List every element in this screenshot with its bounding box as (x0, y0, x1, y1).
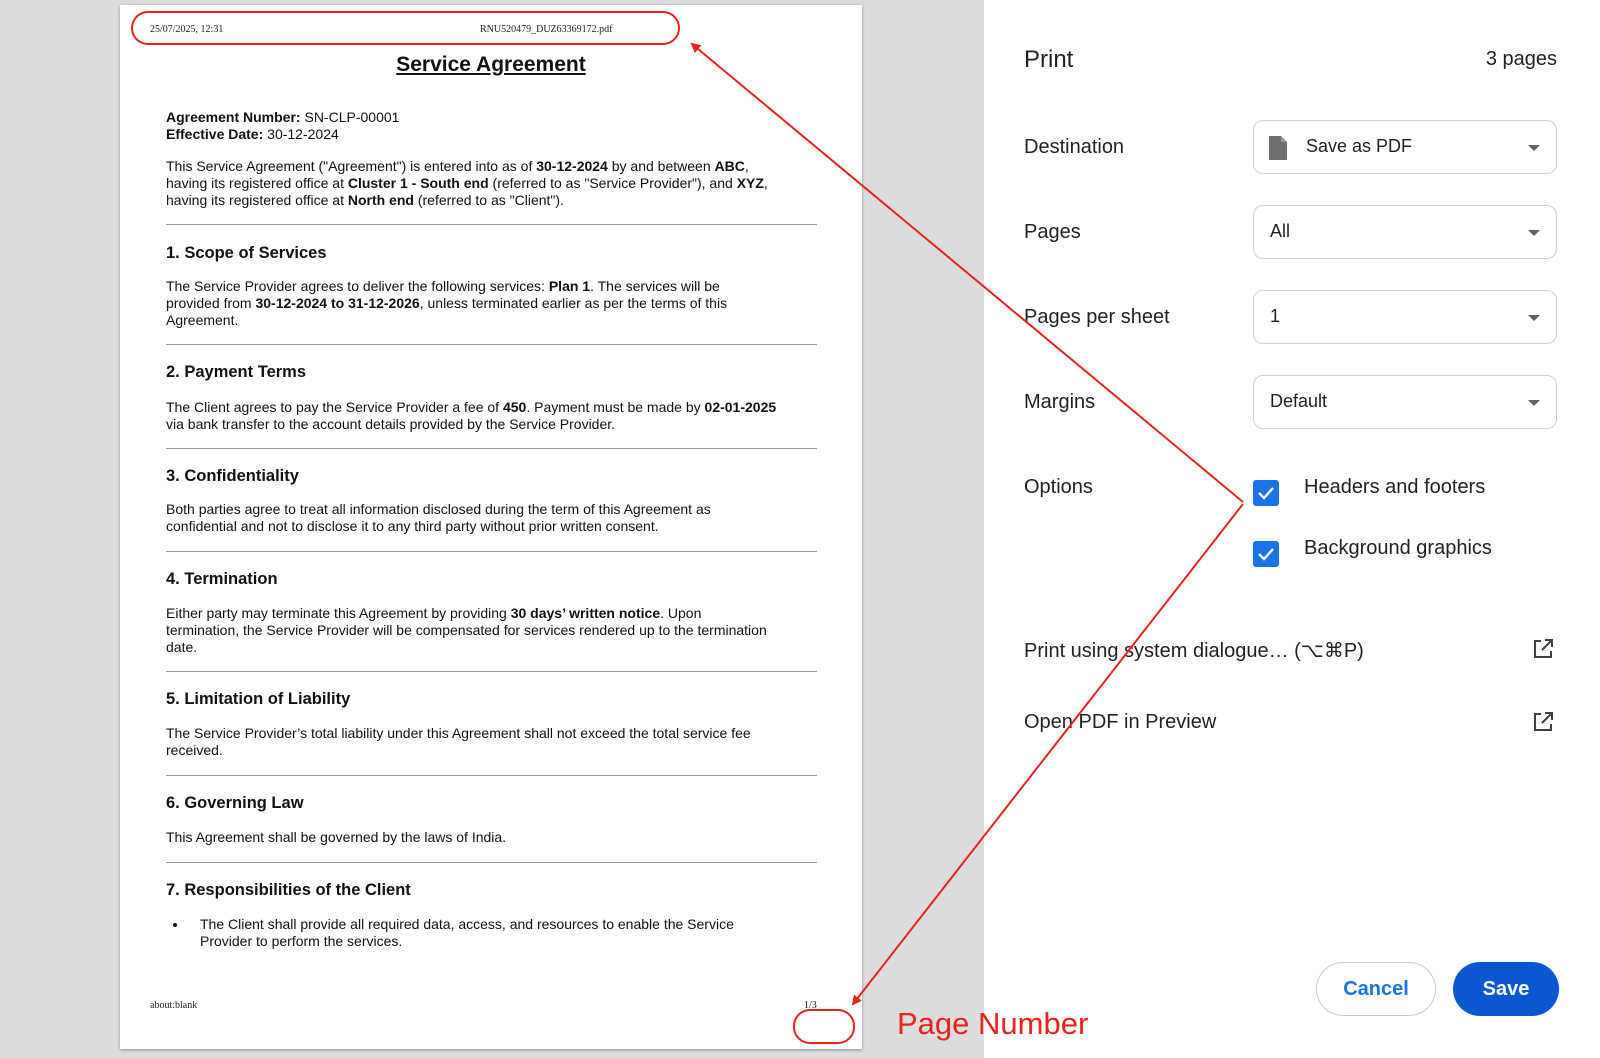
section-divider (166, 344, 817, 345)
section-body: The Service Provider’s total liability u… (166, 725, 751, 758)
chevron-down-icon (1528, 315, 1540, 321)
checkmark-icon (1258, 487, 1274, 500)
headers-footers-label[interactable]: Headers and footers (1304, 476, 1485, 499)
destination-value: Save as PDF (1306, 136, 1413, 156)
chevron-down-icon (1528, 145, 1540, 151)
pages-per-sheet-value: 1 (1270, 306, 1281, 326)
open-preview-link[interactable]: Open PDF in Preview (1024, 711, 1216, 734)
section-heading: 1. Scope of Services (166, 244, 327, 262)
chevron-down-icon (1528, 400, 1540, 406)
agreement-number-label: Agreement Number: (166, 109, 301, 125)
print-title: Print (1024, 46, 1074, 73)
headers-footers-checkbox[interactable] (1253, 480, 1279, 506)
pages-value: All (1270, 221, 1291, 241)
section-heading: 6. Governing Law (166, 794, 304, 812)
header-filename: RNU520479_DUZ63369172.pdf (480, 24, 613, 35)
agreement-number: SN-CLP-00001 (304, 109, 400, 125)
background-graphics-label[interactable]: Background graphics (1304, 537, 1492, 560)
section-heading: 2. Payment Terms (166, 363, 307, 381)
external-link-icon[interactable] (1532, 638, 1554, 660)
section-heading: 7. Responsibilities of the Client (166, 881, 411, 899)
list-item: The Client shall provide all required da… (188, 916, 817, 950)
section-body: The Client shall provide all required da… (166, 916, 817, 950)
effective-date-label: Effective Date: (166, 126, 264, 142)
section-heading: 5. Limitation of Liability (166, 690, 351, 708)
options-label: Options (1024, 476, 1093, 498)
page-number-annotation-label: Page Number (897, 1006, 1089, 1041)
destination-select[interactable]: Save as PDF (1253, 120, 1557, 174)
section-body: Either party may terminate this Agreemen… (166, 605, 767, 655)
header-date: 25/07/2025, 12:31 (150, 24, 224, 35)
print-settings-panel: Print 3 pages Destination Save as PDF Pa… (984, 0, 1600, 1058)
checkmark-icon (1258, 548, 1274, 561)
footer-page-number: 1/3 (804, 1000, 817, 1011)
footer-url: about:blank (150, 1000, 198, 1011)
section-heading: 4. Termination (166, 570, 278, 588)
margins-label: Margins (1024, 391, 1096, 413)
document-icon (1268, 135, 1288, 166)
system-dialog-link[interactable]: Print using system dialogue… (⌥⌘P) (1024, 638, 1364, 663)
external-link-icon[interactable] (1532, 711, 1554, 733)
print-preview-area: 25/07/2025, 12:31 RNU520479_DUZ63369172.… (0, 0, 984, 1058)
section-body: This Agreement shall be governed by the … (166, 829, 507, 845)
destination-label: Destination (1024, 136, 1125, 158)
effective-date: 30-12-2024 (267, 126, 339, 142)
section-divider (166, 551, 817, 552)
save-button[interactable]: Save (1453, 962, 1559, 1016)
preview-page: 25/07/2025, 12:31 RNU520479_DUZ63369172.… (120, 5, 862, 1049)
section-divider (166, 224, 817, 225)
section-body: The Client agrees to pay the Service Pro… (166, 399, 777, 432)
margins-value: Default (1270, 391, 1328, 411)
pages-per-sheet-select[interactable]: 1 (1253, 290, 1557, 344)
cancel-button[interactable]: Cancel (1316, 962, 1436, 1016)
margins-select[interactable]: Default (1253, 375, 1557, 429)
page-count: 3 pages (1485, 48, 1557, 70)
section-divider (166, 671, 817, 672)
pages-label: Pages (1024, 221, 1081, 243)
document-title: Service Agreement (396, 53, 586, 76)
section-body: The Service Provider agrees to deliver t… (166, 278, 728, 328)
section-divider (166, 448, 817, 449)
chevron-down-icon (1528, 230, 1540, 236)
section-divider (166, 775, 817, 776)
pages-per-sheet-label: Pages per sheet (1024, 306, 1170, 328)
background-graphics-checkbox[interactable] (1253, 541, 1279, 567)
intro-paragraph: This Service Agreement ("Agreement") is … (166, 158, 768, 208)
section-body: Both parties agree to treat all informat… (166, 501, 711, 534)
section-divider (166, 862, 817, 863)
pages-select[interactable]: All (1253, 205, 1557, 259)
section-heading: 3. Confidentiality (166, 467, 299, 485)
agreement-meta: Agreement Number: SN-CLP-00001 Effective… (166, 109, 817, 143)
